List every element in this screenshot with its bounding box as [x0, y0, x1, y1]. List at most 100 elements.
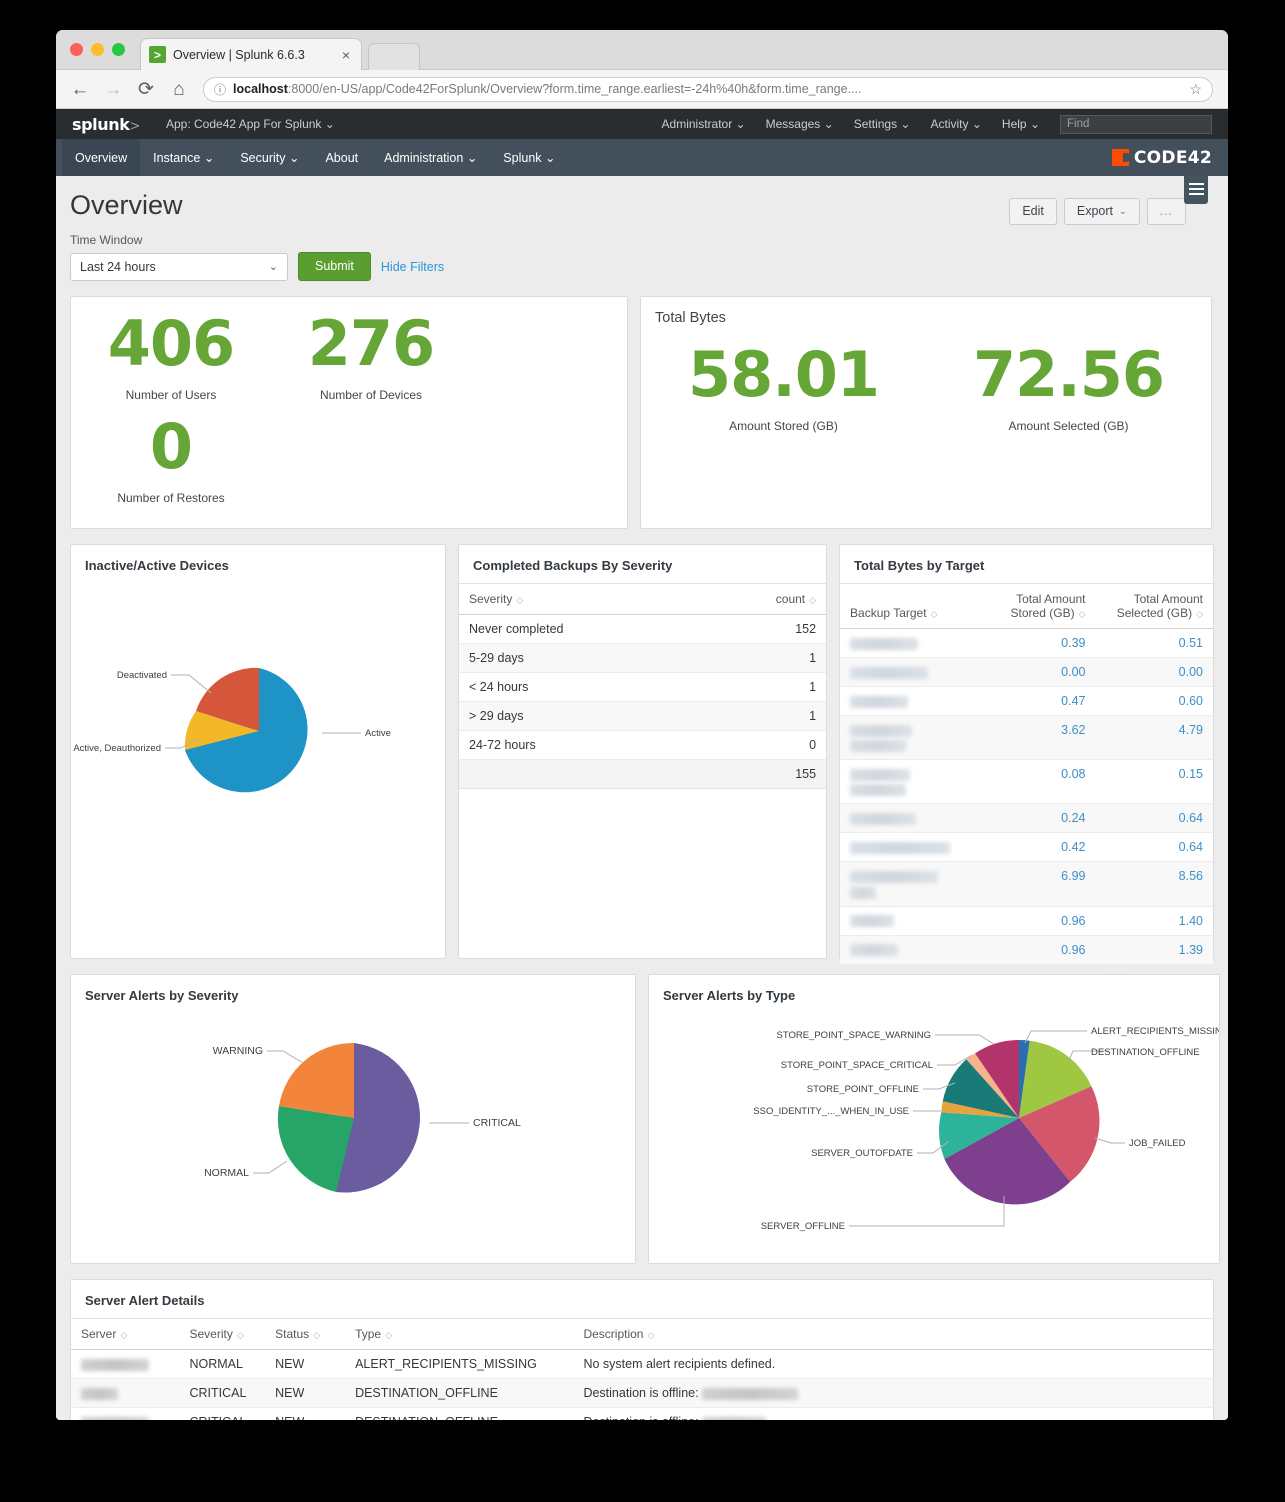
dashboard-menu-icon[interactable]	[1184, 176, 1208, 204]
export-button[interactable]: Export ⌄	[1063, 198, 1140, 225]
minimize-window-button[interactable]	[91, 43, 104, 56]
close-window-button[interactable]	[70, 43, 83, 56]
nav-item-security[interactable]: Security ⌄	[227, 139, 312, 176]
cell-backup-target	[840, 657, 979, 687]
column-description[interactable]: Description ◇	[573, 1318, 1213, 1350]
column-type[interactable]: Type ◇	[345, 1318, 574, 1350]
column-count[interactable]: count ◇	[699, 583, 827, 615]
table-header-row: Backup Target ◇ Total Amount Stored (GB) ◇…	[840, 583, 1213, 629]
chevron-down-icon: ⌄	[971, 117, 982, 131]
column-severity[interactable]: Severity ◇	[459, 583, 700, 615]
nav-item-splunk[interactable]: Splunk ⌄	[490, 139, 568, 176]
maximize-window-button[interactable]	[112, 43, 125, 56]
chevron-down-icon: ⌄	[324, 117, 335, 131]
app-selector[interactable]: App: Code42 App For Splunk ⌄	[166, 117, 335, 131]
pie-chart-alerts-type[interactable]: ALERT_RECIPIENTS_MISSING DESTINATION_OFF…	[649, 1013, 1219, 1263]
table-row[interactable]: 5-29 days 1	[459, 643, 827, 673]
back-icon[interactable]: ←	[69, 80, 91, 99]
site-info-icon[interactable]: ⓘ	[214, 81, 226, 98]
close-tab-icon[interactable]: ×	[339, 47, 353, 63]
table-row[interactable]: 0.00 0.00	[840, 657, 1213, 687]
submit-button[interactable]: Submit	[298, 252, 371, 281]
column-status-label: Status	[275, 1327, 310, 1341]
browser-tab[interactable]: > Overview | Splunk 6.6.3 ×	[140, 38, 362, 70]
table-row[interactable]: 0.42 0.64	[840, 832, 1213, 863]
table-row[interactable]: 0.96 1.39	[840, 935, 1213, 965]
menu-settings[interactable]: Settings ⌄	[854, 117, 911, 131]
completed-backups-body: Never completed 152 5-29 days 1 < 24 hours…	[459, 614, 827, 789]
table-row[interactable]: CRITICAL NEW DESTINATION_OFFLINE Destina…	[71, 1378, 1213, 1408]
browser-toolbar: ← → ⟳ ⌂ ⓘ localhost:8000/en-US/app/Code4…	[56, 70, 1228, 109]
table-row[interactable]: 3.62 4.79	[840, 715, 1213, 761]
nav-item-splunk-label: Splunk	[503, 150, 542, 165]
cell-server	[71, 1407, 180, 1420]
pie-chart-alerts-severity[interactable]: CRITICAL WARNING NORMAL	[71, 1013, 635, 1263]
column-severity[interactable]: Severity ◇	[179, 1318, 266, 1350]
table-row[interactable]: 0.24 0.64	[840, 803, 1213, 834]
table-row[interactable]: 0.39 0.51	[840, 628, 1213, 658]
total-bytes-values: 58.01 Amount Stored (GB) 72.56 Amount Se…	[641, 336, 1211, 439]
new-tab-button[interactable]	[368, 43, 420, 70]
cell-stored: 0.24	[978, 803, 1096, 834]
table-row[interactable]: 6.99 8.56	[840, 861, 1213, 907]
table-header-row: Severity ◇ count ◇	[459, 583, 827, 615]
forward-icon[interactable]: →	[102, 80, 124, 99]
edit-button-label: Edit	[1022, 204, 1044, 218]
cell-stored: 0.39	[978, 628, 1096, 658]
stat-restores-value: 0	[149, 410, 193, 483]
code42-mark-icon	[1111, 149, 1130, 166]
cell-status: NEW	[265, 1407, 346, 1420]
redacted-value	[850, 637, 919, 650]
nav-item-administration-label: Administration	[384, 150, 464, 165]
column-status[interactable]: Status ◇	[265, 1318, 346, 1350]
find-input[interactable]: Find	[1060, 114, 1212, 134]
redacted-value	[850, 740, 907, 753]
pie-chart-inactive-active[interactable]: Active Deactivated Active, Deauthorized	[71, 583, 445, 933]
menu-administrator[interactable]: Administrator ⌄	[662, 117, 746, 131]
table-row[interactable]: NORMAL NEW ALERT_RECIPIENTS_MISSING No s…	[71, 1349, 1213, 1379]
nav-item-administration[interactable]: Administration ⌄	[371, 139, 490, 176]
nav-item-about[interactable]: About	[312, 139, 371, 176]
pie-label-store-point-space-critical: STORE_POINT_SPACE_CRITICAL	[781, 1060, 933, 1071]
time-range-select[interactable]: Last 24 hours ⌄	[70, 252, 288, 281]
panel-alerts-by-type: Server Alerts by Type ALERT_RECIPIENTS_M…	[648, 974, 1220, 1264]
menu-messages[interactable]: Messages ⌄	[766, 117, 834, 131]
table-row[interactable]: < 24 hours 1	[459, 672, 827, 702]
column-severity-label: Severity	[469, 592, 513, 606]
window-traffic-lights[interactable]	[70, 43, 125, 56]
nav-item-instance[interactable]: Instance ⌄	[140, 139, 227, 176]
menu-activity[interactable]: Activity ⌄	[930, 117, 981, 131]
table-row[interactable]: 0.47 0.60	[840, 686, 1213, 716]
table-row[interactable]: Never completed 152	[459, 614, 827, 644]
table-row[interactable]: 0.96 1.40	[840, 906, 1213, 936]
table-row[interactable]: 24-72 hours 0	[459, 730, 827, 760]
splunk-logo[interactable]: splunk>	[72, 115, 140, 134]
edit-button[interactable]: Edit	[1009, 198, 1057, 225]
cell-backup-target	[840, 759, 979, 805]
bookmark-star-icon[interactable]: ☆	[1189, 81, 1202, 98]
table-row[interactable]: 0.08 0.15	[840, 759, 1213, 805]
column-server[interactable]: Server ◇	[71, 1318, 180, 1350]
chevron-down-icon: ⌄	[545, 151, 556, 165]
column-total-stored[interactable]: Total Amount Stored (GB) ◇	[978, 583, 1096, 629]
address-bar-url: localhost:8000/en-US/app/Code42ForSplunk…	[233, 82, 1182, 96]
nav-item-overview[interactable]: Overview	[62, 139, 141, 176]
column-total-selected[interactable]: Total Amount Selected (GB) ◇	[1095, 583, 1213, 629]
url-path: :8000/en-US/app/Code42ForSplunk/Overview…	[287, 82, 862, 96]
home-icon[interactable]: ⌂	[168, 80, 190, 99]
time-window-label: Time Window	[70, 233, 143, 247]
column-backup-target[interactable]: Backup Target ◇	[840, 583, 979, 629]
menu-help[interactable]: Help ⌄	[1002, 117, 1040, 131]
reload-icon[interactable]: ⟳	[135, 80, 157, 99]
cell-type: DESTINATION_OFFLINE	[345, 1407, 574, 1420]
table-row[interactable]: CRITICAL NEW DESTINATION_OFFLINE Destina…	[71, 1407, 1213, 1420]
cell-severity: 5-29 days	[459, 643, 700, 673]
cell-backup-target	[840, 628, 979, 658]
table-row[interactable]: > 29 days 1	[459, 701, 827, 731]
counts-bottom-row: 0 Number of Restores	[71, 408, 627, 511]
more-actions-button[interactable]: ...	[1146, 198, 1186, 225]
nav-item-instance-label: Instance	[153, 150, 201, 165]
app-selector-label: App: Code42 App For Splunk	[165, 117, 322, 131]
address-bar[interactable]: ⓘ localhost:8000/en-US/app/Code42ForSplu…	[203, 76, 1213, 102]
hide-filters-link[interactable]: Hide Filters	[381, 260, 444, 274]
